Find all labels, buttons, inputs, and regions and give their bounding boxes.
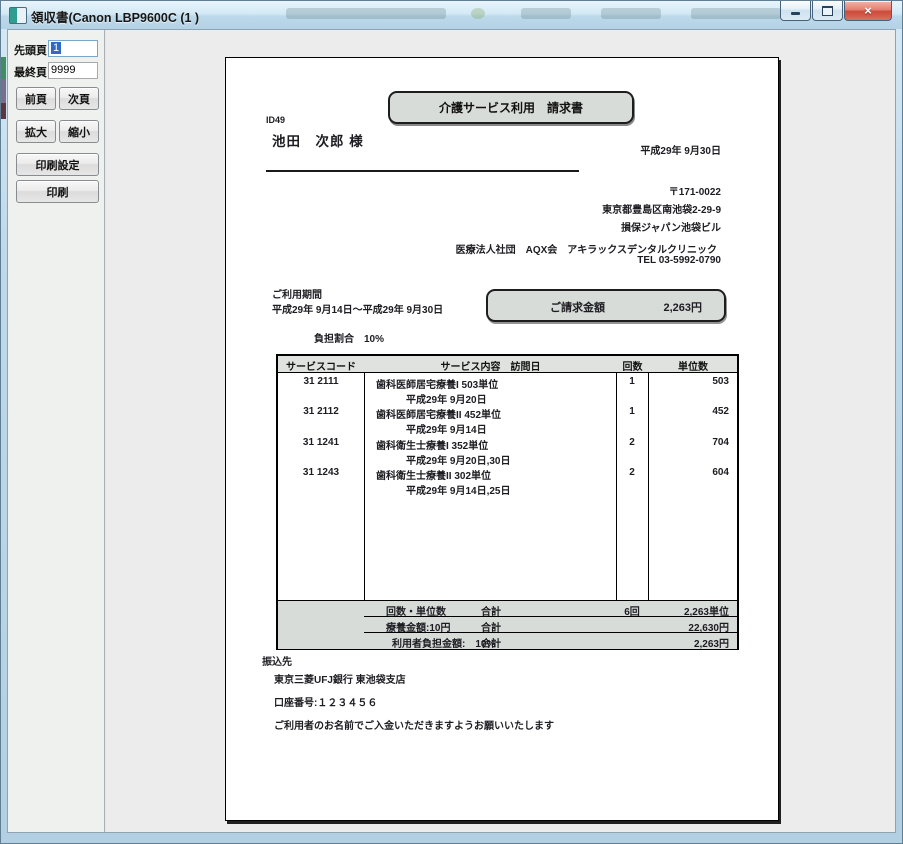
invoice-page: 介護サービス利用 請求書 ID49 池田 次郎 様 平成29年 9月30日 〒1… [225, 57, 779, 821]
background-window-artifact [1, 103, 6, 119]
table-header-row: サービスコード サービス内容 訪問日 回数 単位数 [278, 356, 737, 373]
first-page-label: 先頭頁 [14, 42, 47, 58]
totals-row-amount: 療養金額:10円 合計 22,630円 [364, 616, 737, 633]
close-icon: × [864, 2, 872, 19]
maximize-button[interactable] [812, 1, 843, 21]
app-icon [9, 7, 27, 24]
table-row-count: 1 [616, 376, 648, 387]
billing-amount: 2,263円 [663, 299, 702, 315]
table-row-date: 平成29年 9月14日 [406, 421, 487, 436]
clinic-name: 医療法人社団 AQX会 アキラックスデンタルクリニック [456, 241, 717, 256]
print-preview-window: 領収書(Canon LBP9600C (1 ) × 先頭頁 1 最終頁 [0, 0, 903, 844]
table-row-code: 31 2111 [278, 376, 364, 387]
clinic-address1: 東京都豊島区南池袋2-29-9 [602, 201, 721, 216]
zoom-in-button[interactable]: 拡大 [16, 120, 56, 143]
document-title-box: 介護サービス利用 請求書 [388, 91, 634, 124]
clinic-address2: 損保ジャパン池袋ビル [621, 219, 721, 234]
patient-id: ID49 [266, 115, 285, 125]
first-page-value: 1 [51, 42, 61, 54]
next-page-button[interactable]: 次頁 [59, 87, 99, 110]
table-row-desc: 歯科衛生士療養I 352単位 [376, 437, 488, 452]
table-row-code: 31 1243 [278, 467, 364, 478]
table-column-line [648, 356, 649, 632]
totals-row-units: 回数・単位数 合計 6回 2,263単位 [364, 600, 737, 617]
issue-date: 平成29年 9月30日 [640, 142, 721, 157]
table-row-desc: 歯科衛生士療養II 302単位 [376, 467, 491, 482]
table-row-desc: 歯科医師居宅療養I 503単位 [376, 376, 498, 391]
clinic-tel: TEL 03-5992-0790 [637, 255, 721, 266]
title-bar: 領収書(Canon LBP9600C (1 ) × [1, 1, 902, 29]
background-window-artifact [1, 57, 6, 79]
minimize-button[interactable] [780, 1, 811, 21]
total-value: 2,263円 [616, 635, 729, 650]
minimize-icon [791, 12, 800, 15]
service-table: サービスコード サービス内容 訪問日 回数 単位数 31 2111 歯科医師居宅… [276, 354, 739, 650]
prev-page-button[interactable]: 前頁 [16, 87, 56, 110]
table-row-code: 31 2112 [278, 406, 364, 417]
table-row-count: 2 [616, 467, 648, 478]
control-sidebar: 先頭頁 1 最終頁 9999 前頁 次頁 拡大 縮小 印刷設定 印刷 [8, 30, 104, 832]
total-label: 利用者負担金額: 10% [392, 635, 495, 650]
document-title: 介護サービス利用 請求書 [439, 99, 583, 116]
col-header-service-detail: サービス内容 訪問日 [365, 358, 616, 373]
patient-name-underline [266, 170, 579, 172]
payee-note: ご利用者のお名前でご入金いただきますようお願いいたします [274, 717, 554, 732]
table-row-units: 704 [648, 437, 729, 448]
background-window-ghost [471, 8, 485, 19]
table-row-count: 1 [616, 406, 648, 417]
table-row-count: 2 [616, 437, 648, 448]
col-header-units: 単位数 [649, 358, 737, 373]
table-row-date: 平成29年 9月20日 [406, 391, 487, 406]
table-row-desc: 歯科医師居宅療養II 452単位 [376, 406, 501, 421]
table-row-units: 604 [648, 467, 729, 478]
period-value: 平成29年 9月14日～平成29年 9月30日 [272, 301, 443, 316]
table-row-units: 452 [648, 406, 729, 417]
table-row-code: 31 1241 [278, 437, 364, 448]
background-window-ghost [286, 8, 446, 19]
table-row-date: 平成29年 9月20日,30日 [406, 452, 511, 467]
payee-label: 振込先 [262, 653, 292, 668]
billing-amount-box: ご請求金額 2,263円 [486, 289, 726, 322]
period-label: ご利用期間 [272, 286, 322, 301]
zoom-out-button[interactable]: 縮小 [59, 120, 99, 143]
last-page-label: 最終頁 [14, 64, 47, 80]
maximize-icon [822, 6, 833, 16]
print-button[interactable]: 印刷 [16, 180, 99, 203]
background-window-ghost [691, 8, 781, 19]
col-header-service-code: サービスコード [278, 358, 364, 373]
table-row-units: 503 [648, 376, 729, 387]
table-row-date: 平成29年 9月14日,25日 [406, 482, 511, 497]
billing-label: ご請求金額 [550, 299, 605, 315]
payee-bank: 東京三菱UFJ銀行 東池袋支店 [274, 671, 406, 686]
totals-row-burden: 利用者負担金額: 10% 合計 2,263円 [364, 632, 737, 649]
window-title: 領収書(Canon LBP9600C (1 ) [31, 7, 199, 26]
last-page-value: 9999 [51, 64, 75, 76]
payee-account: 口座番号:１２３４５６ [274, 694, 377, 709]
client-area: 先頭頁 1 最終頁 9999 前頁 次頁 拡大 縮小 印刷設定 印刷 介護サービ… [7, 29, 896, 833]
clinic-postal: 〒171-0022 [669, 183, 721, 198]
background-window-artifact [1, 79, 6, 103]
window-controls: × [779, 1, 892, 21]
print-settings-button[interactable]: 印刷設定 [16, 153, 99, 176]
first-page-input[interactable]: 1 [48, 40, 98, 57]
col-header-count: 回数 [617, 358, 648, 373]
patient-name: 池田 次郎 様 [272, 130, 364, 150]
preview-area: 介護サービス利用 請求書 ID49 池田 次郎 様 平成29年 9月30日 〒1… [106, 30, 895, 832]
last-page-input[interactable]: 9999 [48, 62, 98, 79]
totals-left-cell [278, 600, 364, 649]
close-button[interactable]: × [844, 1, 892, 21]
background-window-ghost [601, 8, 661, 19]
background-window-ghost [521, 8, 571, 19]
burden-ratio: 負担割合 10% [314, 330, 384, 345]
total-sum-label: 合計 [481, 635, 501, 650]
